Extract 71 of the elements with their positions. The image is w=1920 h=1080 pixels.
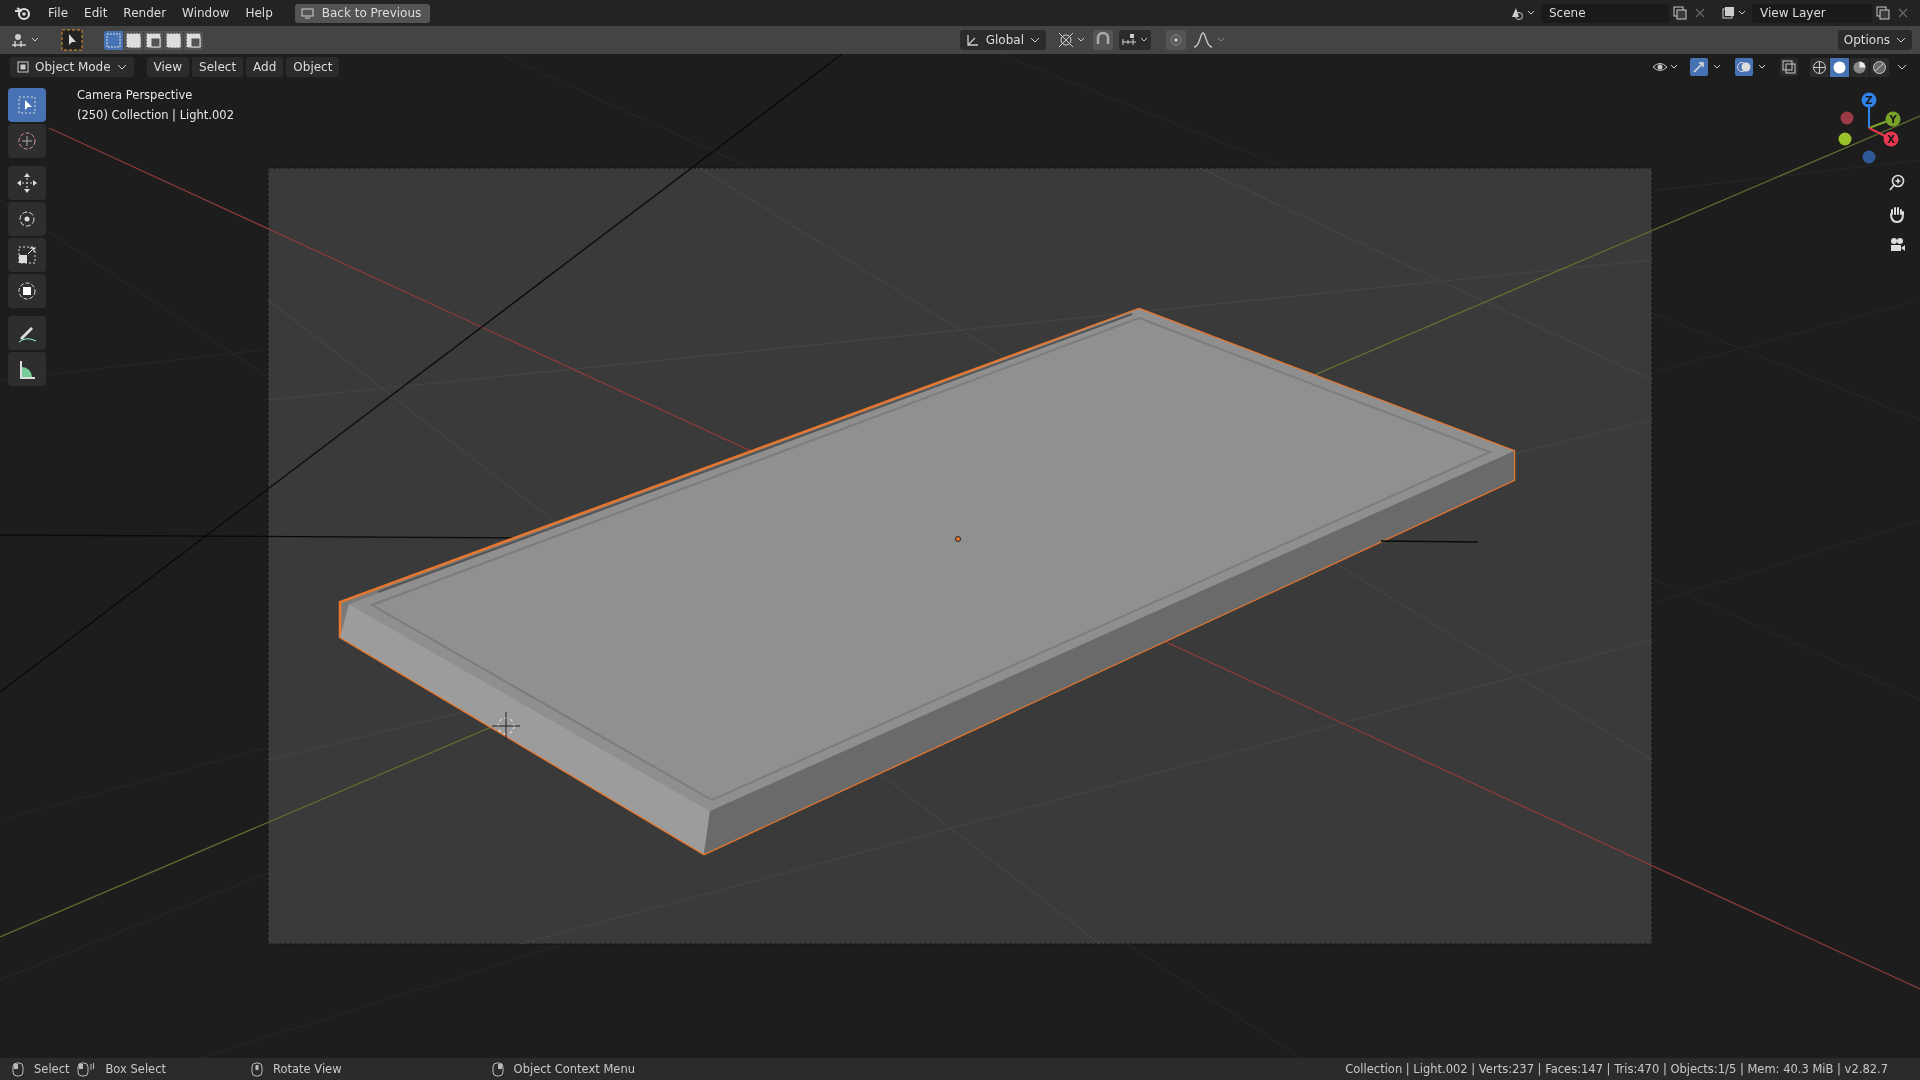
solid-shading-icon[interactable]	[1830, 57, 1849, 77]
measure-tool-icon[interactable]	[8, 352, 46, 386]
view-name: Camera Perspective	[77, 88, 194, 102]
zoom-icon[interactable]	[1888, 174, 1906, 192]
snap-magnet-icon[interactable]	[1093, 30, 1113, 50]
snap-increment-icon[interactable]	[1119, 30, 1151, 50]
transform-tool-icon[interactable]	[8, 274, 46, 308]
negative-y-axis-dot	[1838, 132, 1852, 146]
options-dropdown[interactable]: Options	[1837, 30, 1912, 50]
monitor-icon	[300, 7, 314, 19]
negative-x-axis-dot	[1840, 111, 1854, 125]
status-hint: Rotate View	[273, 1062, 342, 1076]
axis-handle[interactable]: Y	[1868, 111, 1901, 129]
selection-mode-icon[interactable]	[104, 30, 123, 50]
menu-item[interactable]: File	[40, 6, 77, 20]
transform-orientation-dropdown[interactable]: Global	[959, 30, 1046, 50]
axis-handle[interactable]: Z	[1861, 92, 1877, 129]
negative-z-axis-dot	[1862, 150, 1876, 164]
caret-icon	[1896, 36, 1906, 44]
move-tool-icon[interactable]	[8, 166, 46, 200]
menu-item[interactable]: Help	[237, 6, 281, 20]
object-origin-dot	[955, 536, 961, 542]
selection-mode-icon[interactable]	[144, 30, 163, 50]
status-hint: Box Select	[105, 1062, 166, 1076]
axes-icon	[965, 33, 980, 47]
copy-icon[interactable]	[1875, 5, 1891, 21]
rendered-shading-icon[interactable]	[1870, 57, 1889, 77]
annotate-tool-icon[interactable]	[8, 316, 46, 350]
3d-cursor-icon	[491, 711, 521, 741]
select-tool-icon[interactable]	[61, 29, 83, 51]
material-shading-icon[interactable]	[1850, 57, 1869, 77]
close-icon[interactable]	[1897, 7, 1909, 19]
scale-tool-icon[interactable]	[8, 238, 46, 272]
back-to-previous-button[interactable]: Back to Previous	[294, 3, 431, 23]
header-menu[interactable]: Object	[286, 57, 340, 77]
cursor-tool-icon[interactable]	[8, 124, 46, 158]
scene-statistics: Collection | Light.002 | Verts:237 | Faces:147 | Tris:470 | Objects:1/5 | Mem: 40.3 MiB | v2.82.7	[1345, 1062, 1888, 1076]
status-hint: Object Context Menu	[513, 1062, 635, 1076]
menu-item[interactable]: Edit	[76, 6, 116, 20]
camera-icon[interactable]	[1888, 236, 1906, 254]
mouse-drag-icon	[77, 1061, 96, 1077]
cube-icon	[17, 61, 29, 73]
menu-item[interactable]: Render	[115, 6, 175, 20]
mouse-icon	[251, 1061, 263, 1077]
rotate-tool-icon[interactable]	[8, 202, 46, 236]
menu-item[interactable]: Window	[174, 6, 238, 20]
view-layer-field[interactable]: View Layer	[1752, 3, 1872, 23]
copy-icon[interactable]	[1672, 5, 1688, 21]
view-layer-selector-icon[interactable]	[1721, 5, 1747, 21]
selection-mode-icon[interactable]	[184, 30, 203, 50]
status-hint: Select	[34, 1062, 70, 1076]
scene-field[interactable]: Scene	[1541, 3, 1669, 23]
selection-mode-icon[interactable]	[164, 30, 183, 50]
axis-handle[interactable]: X	[1868, 127, 1899, 147]
header-menu[interactable]: Add	[246, 57, 284, 77]
mouse-icon	[12, 1061, 24, 1077]
caret-icon	[1030, 36, 1040, 44]
selection-mode-icon[interactable]	[124, 30, 143, 50]
mouse-icon	[491, 1061, 504, 1077]
object-info: (250) Collection | Light.002	[77, 108, 234, 122]
header-menu[interactable]: View	[146, 57, 190, 77]
app-logo-icon[interactable]	[14, 5, 32, 21]
close-icon[interactable]	[1694, 7, 1706, 19]
pivot-point-icon[interactable]	[1057, 30, 1087, 50]
object-mode-dropdown[interactable]: Object Mode	[10, 57, 134, 77]
wireframe-shading-icon[interactable]	[1810, 57, 1829, 77]
header-menu[interactable]: Select	[192, 57, 244, 77]
proportional-editing-icon[interactable]	[1166, 30, 1186, 50]
caret-icon	[116, 63, 127, 71]
hand-icon[interactable]	[1888, 205, 1906, 223]
xray-icon[interactable]	[1780, 58, 1798, 76]
